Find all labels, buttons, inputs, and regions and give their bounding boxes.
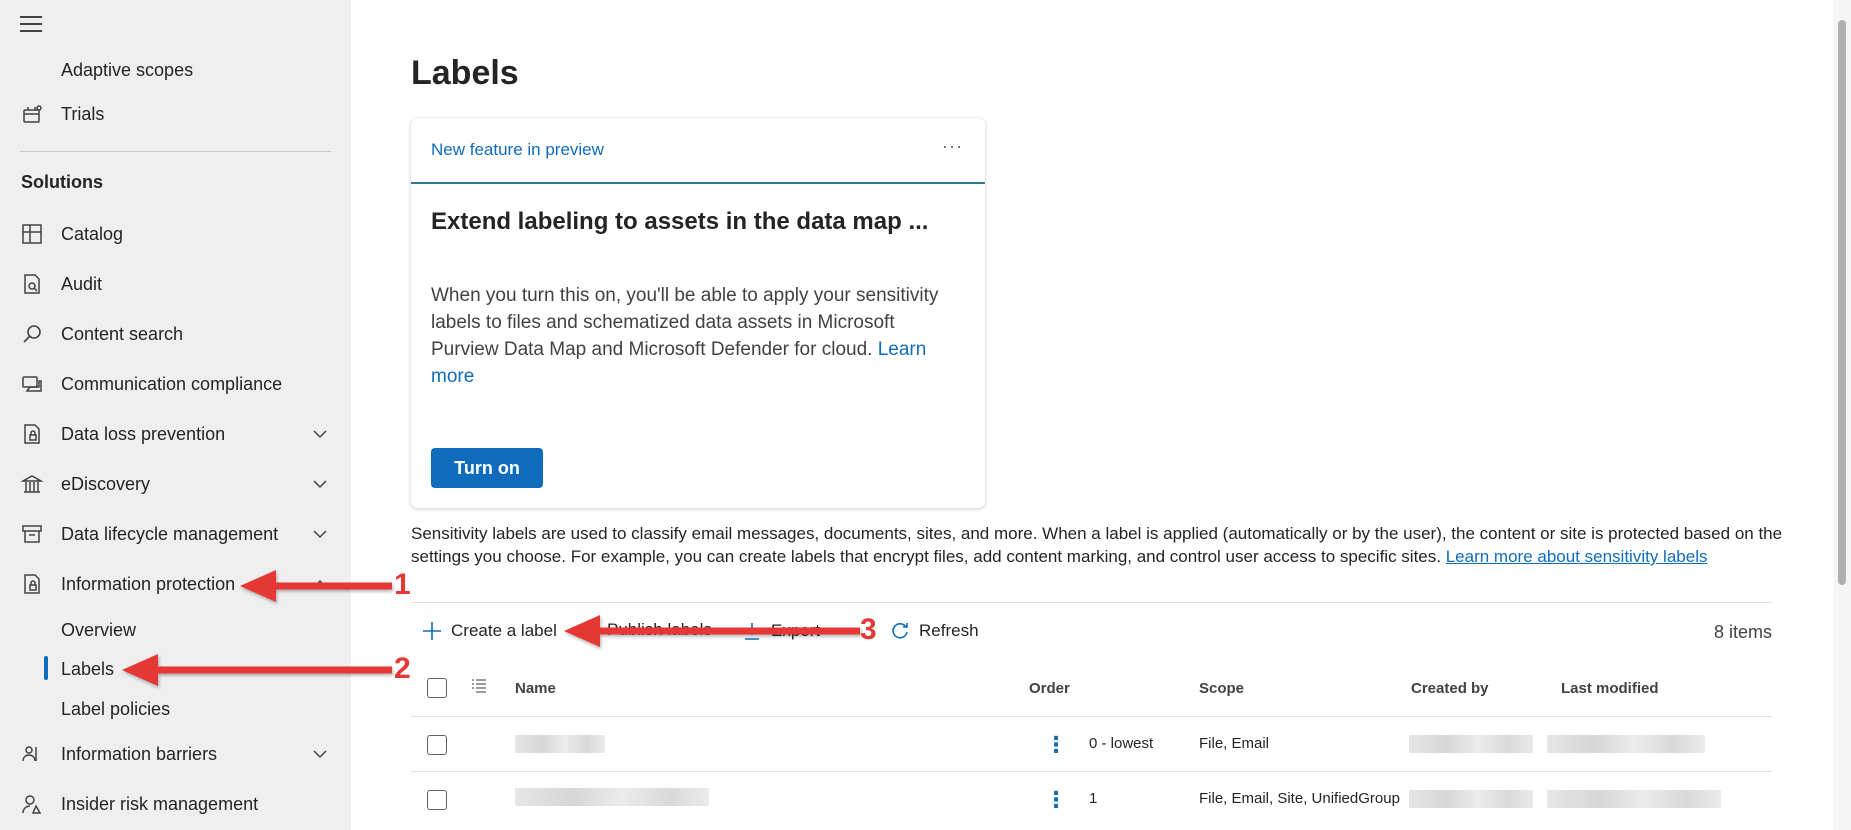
nav-item-catalog[interactable]: Catalog [0,214,351,254]
redacted-created-by [1409,790,1533,808]
nav-item-adaptive-scopes[interactable]: Adaptive scopes [0,50,351,90]
row-scope: File, Email [1199,735,1270,752]
nav-item-ediscovery[interactable]: eDiscovery [0,464,351,504]
hamburger-menu-icon[interactable] [20,16,42,34]
redacted-name [515,735,605,753]
column-header-name[interactable]: Name [515,680,556,697]
annotation-number-3: 3 [860,613,877,646]
column-options-icon[interactable] [471,678,487,699]
card-title: Extend labeling to assets in the data ma… [431,208,929,235]
more-options-icon[interactable]: ··· [942,136,963,157]
audit-icon [20,272,44,296]
trials-icon [20,102,44,126]
row-more-icon[interactable]: ⋮ [1045,787,1067,813]
learn-more-sensitivity-labels-link[interactable]: Learn more about sensitivity labels [1446,547,1708,566]
redacted-last-modified [1547,735,1705,753]
nav-item-content-search[interactable]: Content search [0,314,351,354]
card-body: When you turn this on, you'll be able to… [431,282,961,390]
nav-subitem-label-policies[interactable]: Label policies [61,699,170,720]
catalog-icon [20,222,44,246]
row-order: 1 [1089,790,1098,807]
ediscovery-icon [20,472,44,496]
row-checkbox[interactable] [427,790,447,810]
card-tag: New feature in preview [431,140,604,159]
info-barriers-icon [20,742,44,766]
column-header-order[interactable]: Order [1029,680,1070,697]
column-header-last-modified[interactable]: Last modified [1561,680,1659,697]
chevron-down-icon[interactable] [312,746,328,762]
nav-item-data-loss-prevention[interactable]: Data loss prevention [0,414,351,454]
nav-subitem-overview[interactable]: Overview [61,620,136,641]
nav-item-information-barriers[interactable]: Information barriers [0,734,351,774]
redacted-created-by [1409,735,1533,753]
nav-item-insider-risk-management[interactable]: Insider risk management [0,784,351,824]
chevron-down-icon[interactable] [312,426,328,442]
redacted-last-modified [1547,790,1721,808]
item-count: 8 items [1713,622,1772,642]
chevron-down-icon[interactable] [312,526,328,542]
row-order: 0 - lowest [1089,735,1154,752]
column-header-created-by[interactable]: Created by [1411,680,1489,697]
vertical-scrollbar[interactable] [1833,0,1851,830]
plus-icon [421,620,443,642]
table-row[interactable]: ⋮ 0 - lowest File, Email [411,716,1772,771]
page-title: Labels [411,54,519,92]
card-header: New feature in preview ··· [411,118,985,184]
left-navigation: Adaptive scopes Trials Solutions Catalog… [0,0,351,830]
nav-item-audit[interactable]: Audit [0,264,351,304]
row-scope: File, Email, Site, UnifiedGroup [1199,790,1400,807]
refresh-button[interactable]: Refresh [889,620,979,642]
nav-subitem-labels[interactable]: Labels [61,659,114,680]
table-row[interactable]: ⋮ 1 File, Email, Site, UnifiedGroup [411,771,1772,826]
feature-preview-card: New feature in preview ··· Extend labeli… [411,118,985,508]
info-protection-icon [20,572,44,596]
scrollbar-thumb[interactable] [1838,20,1846,585]
column-header-scope[interactable]: Scope [1199,680,1244,697]
card-body-text: When you turn this on, you'll be able to… [431,285,939,360]
annotation-number-2: 2 [394,652,411,685]
selected-indicator [44,656,48,680]
nav-item-trials[interactable]: Trials [0,94,351,134]
toolbar-divider [411,602,1772,603]
row-more-icon[interactable]: ⋮ [1045,732,1067,758]
labels-description: Sensitivity labels are used to classify … [411,522,1811,568]
refresh-icon [889,620,911,642]
nav-item-data-lifecycle-management[interactable]: Data lifecycle management [0,514,351,554]
create-label-button[interactable]: Create a label [421,620,557,642]
export-button[interactable]: Export [741,620,820,642]
nav-item-communication-compliance[interactable]: Communication compliance [0,364,351,404]
nav-item-information-protection[interactable]: Information protection [0,564,351,604]
command-bar: Create a label Publish labels Export Ref… [411,614,1772,648]
row-checkbox[interactable] [427,735,447,755]
select-all-checkbox[interactable] [427,678,447,698]
search-icon [20,322,44,346]
annotation-number-1: 1 [394,568,411,601]
solutions-section-title: Solutions [21,172,103,192]
sidebar-divider [20,151,331,152]
redacted-name [515,788,709,806]
lifecycle-icon [20,522,44,546]
dlp-icon [20,422,44,446]
main-content: Labels New feature in preview ··· Extend… [351,0,1831,830]
turn-on-button[interactable]: Turn on [431,448,543,488]
communication-icon [20,372,44,396]
publish-labels-button[interactable]: Publish labels [607,620,712,640]
chevron-up-icon[interactable] [312,576,328,592]
chevron-down-icon[interactable] [312,476,328,492]
insider-risk-icon [20,792,44,816]
download-icon [741,620,763,642]
